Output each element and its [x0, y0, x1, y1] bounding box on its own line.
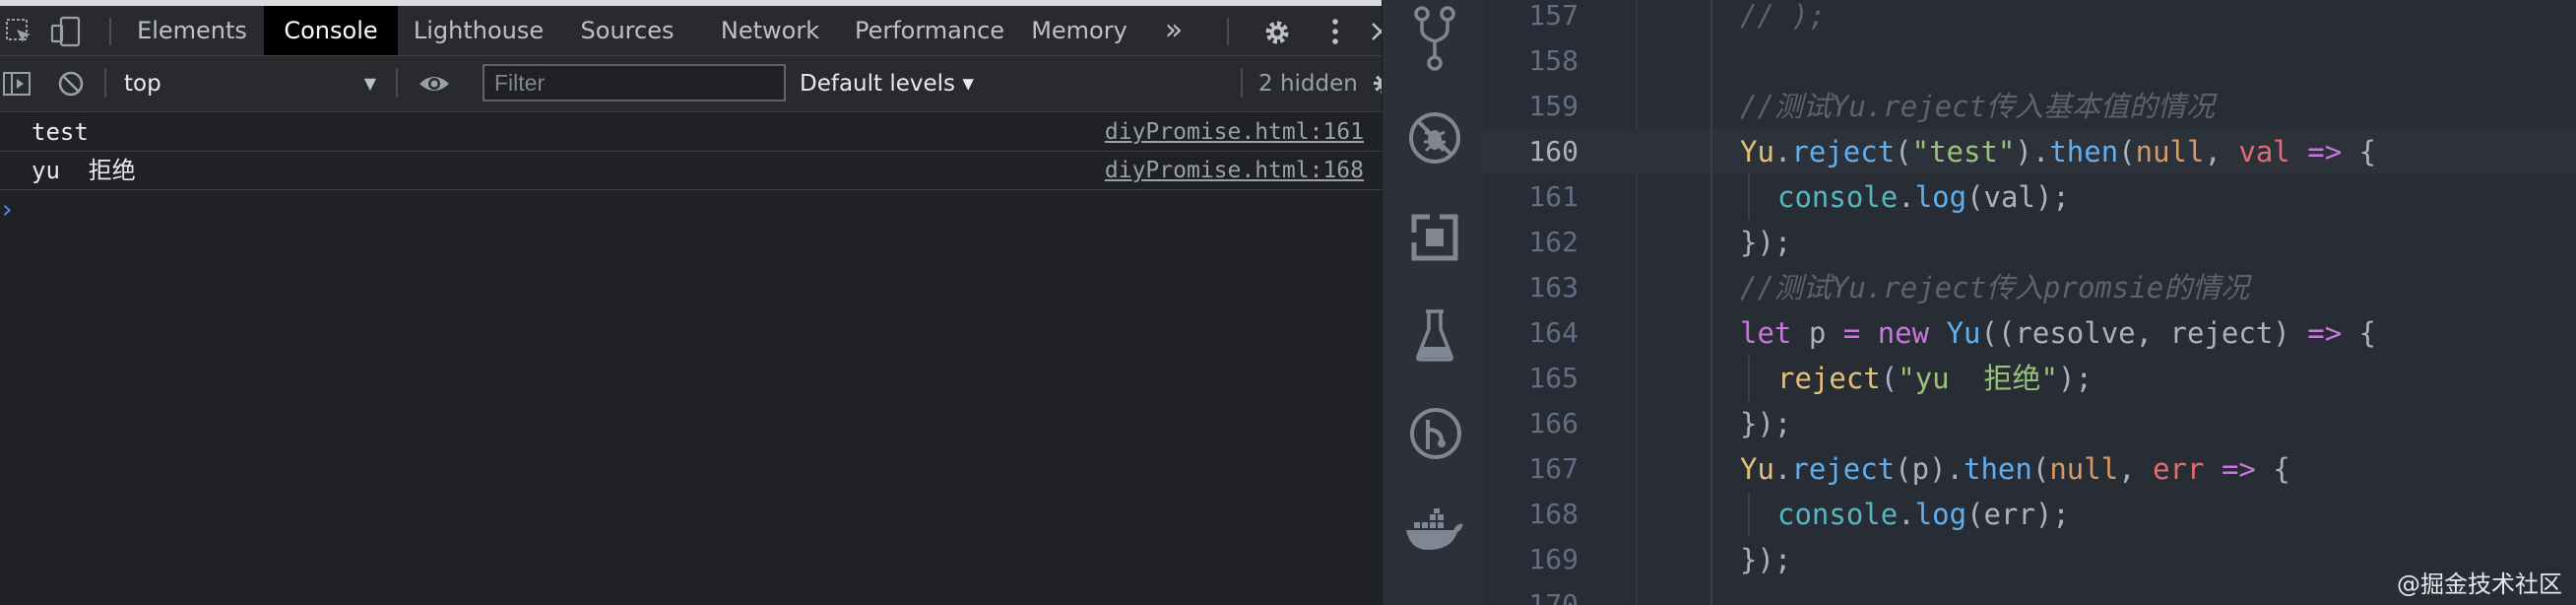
code-line: 162 }); [1484, 220, 2576, 265]
code-text: }); [1740, 407, 1792, 440]
console-prompt[interactable]: › [2, 193, 12, 227]
execution-context-select[interactable]: top ▼ [124, 67, 382, 101]
editor-activity-bar [1382, 0, 1485, 605]
code-text: Yu.reject(p).then(null, err => { [1740, 452, 2290, 486]
code-line: 163 //测试Yu.reject传入promsie的情况 [1484, 265, 2576, 310]
line-number: 158 [1528, 44, 1578, 77]
tab-sources[interactable]: Sources [569, 6, 685, 55]
dropdown-arrow-icon: ▼ [363, 74, 376, 93]
code-text: }); [1740, 226, 1792, 259]
device-toolbar-icon[interactable] [49, 16, 83, 47]
code-editor[interactable]: 157 // ); 158 159 //测试Yu.reject传入基本值的情况 … [1484, 0, 2576, 605]
code-text: let p = new Yu((resolve, reject) => { [1740, 316, 2377, 350]
code-text: reject("yu 拒绝"); [1777, 362, 2093, 395]
tab-separator [1227, 18, 1229, 45]
console-message-source-link[interactable]: diyPromise.html:168 [1105, 152, 1364, 189]
console-settings-gear-icon[interactable] [1371, 70, 1382, 98]
log-levels-dropdown[interactable]: Default levels ▾ [800, 67, 974, 101]
line-number: 170 [1528, 588, 1578, 605]
more-tabs-button[interactable]: » [1154, 6, 1193, 55]
code-line: 164 let p = new Yu((resolve, reject) => … [1484, 310, 2576, 356]
tab-elements[interactable]: Elements [126, 6, 258, 55]
toolbar-separator [104, 68, 106, 98]
indent-guide [1748, 492, 1750, 537]
devtools-tab-bar: Elements Console Lighthouse Sources Netw… [0, 6, 1382, 56]
line-number: 159 [1528, 90, 1578, 122]
indent-guide [1748, 356, 1750, 401]
line-number: 157 [1528, 0, 1578, 32]
inspect-element-icon[interactable] [4, 17, 33, 46]
close-icon[interactable] [1371, 20, 1382, 43]
code-text: Yu.reject("test").then(null, val => { [1740, 135, 2377, 168]
live-expression-eye-icon[interactable] [418, 72, 451, 96]
line-number: 164 [1528, 316, 1578, 349]
no-bug-icon[interactable] [1407, 110, 1462, 166]
hidden-messages-count: 2 hidden [1258, 71, 1358, 97]
line-number: 169 [1528, 543, 1578, 575]
tab-memory[interactable]: Memory [1028, 6, 1130, 55]
line-number: 166 [1528, 407, 1578, 439]
console-message-text: test [32, 118, 89, 146]
code-text: }); [1740, 543, 1792, 576]
line-number: 162 [1528, 226, 1578, 258]
indent-guide [1710, 0, 1712, 605]
code-text: console.log(err); [1777, 498, 2070, 531]
code-text: // ); [1740, 0, 1827, 33]
line-number: 165 [1528, 362, 1578, 394]
flask-icon[interactable] [1414, 307, 1455, 363]
code-line: 166 }); [1484, 401, 2576, 446]
console-toolbar: top ▼ Filter Default levels ▾ 2 hidden [0, 56, 1382, 112]
code-line: 168 console.log(err); [1484, 492, 2576, 537]
console-message-text: yu 拒绝 [32, 157, 136, 184]
kebab-menu-icon[interactable] [1327, 17, 1343, 46]
filter-input[interactable]: Filter [483, 64, 786, 101]
code-line: 161 console.log(val); [1484, 174, 2576, 220]
git-graph-icon[interactable] [1408, 406, 1463, 461]
code-line: 165 reject("yu 拒绝"); [1484, 356, 2576, 401]
line-number: 163 [1528, 271, 1578, 303]
code-text: //测试Yu.reject传入promsie的情况 [1740, 271, 2250, 304]
tab-network[interactable]: Network [707, 6, 833, 55]
tab-lighthouse[interactable]: Lighthouse [404, 6, 553, 55]
code-line: 158 [1484, 38, 2576, 84]
line-number: 161 [1528, 180, 1578, 213]
line-number: 167 [1528, 452, 1578, 485]
console-message: yu 拒绝 diyPromise.html:168 [0, 152, 1382, 190]
tab-console[interactable]: Console [264, 6, 398, 55]
execution-context-value: top [124, 71, 161, 97]
toolbar-separator [396, 68, 398, 98]
code-line: 167 Yu.reject(p).then(null, err => { [1484, 446, 2576, 492]
settings-gear-icon[interactable] [1262, 18, 1292, 47]
code-line: 159 //测试Yu.reject传入基本值的情况 [1484, 84, 2576, 129]
devtools-panel: Elements Console Lighthouse Sources Netw… [0, 0, 1382, 605]
indent-guide [1748, 174, 1750, 220]
clear-console-icon[interactable] [57, 70, 85, 98]
tab-performance[interactable]: Performance [845, 6, 1014, 55]
code-text: //测试Yu.reject传入基本值的情况 [1740, 90, 2216, 123]
extensions-icon[interactable] [1410, 213, 1459, 262]
console-message: test diyPromise.html:161 [0, 113, 1382, 152]
console-message-source-link[interactable]: diyPromise.html:161 [1105, 113, 1364, 151]
code-line: 157 // ); [1484, 0, 2576, 38]
code-line-current: 160 Yu.reject("test").then(null, val => … [1484, 129, 2576, 174]
source-control-icon[interactable] [1410, 4, 1459, 73]
toolbar-separator [1241, 68, 1243, 98]
sidebar-toggle-icon[interactable] [2, 70, 32, 98]
line-number: 168 [1528, 498, 1578, 530]
line-number: 160 [1528, 135, 1578, 168]
watermark: @掘金技术社区 [2397, 571, 2562, 598]
code-text: console.log(val); [1777, 180, 2070, 214]
tab-separator [109, 18, 111, 45]
docker-icon[interactable] [1404, 508, 1465, 554]
